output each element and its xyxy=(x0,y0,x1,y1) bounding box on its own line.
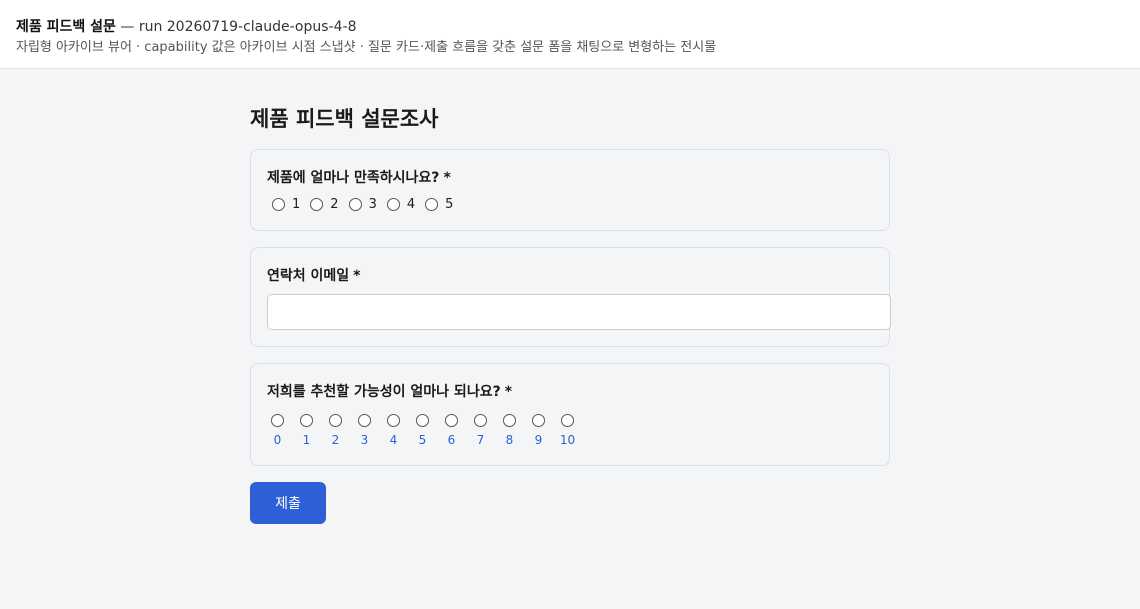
satisfaction-option-2[interactable]: 2 xyxy=(310,197,339,212)
recommend-option-2[interactable]: 2 xyxy=(321,414,350,448)
survey-form: 제품 피드백 설문조사 제품에 얼마나 만족하시나요? * 1 2 3 4 5 연… xyxy=(250,103,891,524)
question-card-recommend: 저희를 추천할 가능성이 얼마나 되나요? * 0 1 2 3 4 5 6 7 8… xyxy=(250,363,890,466)
question-card-email: 연락처 이메일 * xyxy=(250,247,891,347)
recommend-option-0[interactable]: 0 xyxy=(263,414,292,448)
radio-unchecked-icon[interactable] xyxy=(387,414,400,427)
satisfaction-option-3[interactable]: 3 xyxy=(348,197,377,212)
recommend-option-7[interactable]: 7 xyxy=(466,414,495,448)
option-label: 3 xyxy=(360,433,369,447)
option-label: 0 xyxy=(273,433,282,447)
radio-unchecked-icon[interactable] xyxy=(416,414,429,427)
radio-unchecked-icon[interactable] xyxy=(474,414,487,427)
option-label: 4 xyxy=(406,197,416,212)
question-label-recommend: 저희를 추천할 가능성이 얼마나 되나요? * xyxy=(267,382,873,402)
submit-button[interactable]: 제출 xyxy=(250,482,326,524)
recommend-option-9[interactable]: 9 xyxy=(524,414,553,448)
radio-unchecked-icon[interactable] xyxy=(310,198,324,211)
radio-unchecked-icon[interactable] xyxy=(386,198,400,211)
option-label: 5 xyxy=(418,433,427,447)
satisfaction-option-1[interactable]: 1 xyxy=(272,197,300,212)
satisfaction-option-4[interactable]: 4 xyxy=(386,197,416,212)
recommend-option-1[interactable]: 1 xyxy=(292,414,321,448)
option-label: 1 xyxy=(292,197,301,212)
run-id: — run 20260719-claude-opus-4-8 xyxy=(115,19,357,35)
question-text: 제품에 얼마나 만족하시나요? xyxy=(267,170,440,186)
satisfaction-radio-group: 1 2 3 4 5 xyxy=(267,197,873,212)
question-card-satisfaction: 제품에 얼마나 만족하시나요? * 1 2 3 4 5 xyxy=(250,149,890,231)
recommend-option-10[interactable]: 10 xyxy=(553,414,582,448)
required-marker: * xyxy=(353,268,361,284)
question-label-satisfaction: 제품에 얼마나 만족하시나요? * xyxy=(267,168,873,188)
option-label: 4 xyxy=(389,433,398,447)
app-header: 제품 피드백 설문 — run 20260719-claude-opus-4-8… xyxy=(0,0,1140,69)
option-label: 10 xyxy=(559,433,576,447)
radio-unchecked-icon[interactable] xyxy=(561,414,574,427)
question-text: 저희를 추천할 가능성이 얼마나 되나요? xyxy=(267,384,501,400)
required-marker: * xyxy=(443,170,451,186)
recommend-option-4[interactable]: 4 xyxy=(379,414,408,448)
radio-unchecked-icon[interactable] xyxy=(272,198,285,211)
radio-unchecked-icon[interactable] xyxy=(271,414,284,427)
required-marker: * xyxy=(504,384,513,400)
radio-unchecked-icon[interactable] xyxy=(503,414,516,427)
radio-unchecked-icon[interactable] xyxy=(425,198,439,211)
recommend-option-3[interactable]: 3 xyxy=(350,414,379,448)
header-subtitle: 자립형 아카이브 뷰어 · capability 값은 아카이브 시점 스냅샷 … xyxy=(16,40,717,55)
radio-unchecked-icon[interactable] xyxy=(532,414,545,427)
radio-unchecked-icon[interactable] xyxy=(358,414,371,427)
recommend-option-6[interactable]: 6 xyxy=(437,414,466,448)
radio-unchecked-icon[interactable] xyxy=(300,414,313,427)
option-label: 1 xyxy=(302,433,311,447)
form-title: 제품 피드백 설문조사 xyxy=(250,107,439,131)
option-label: 2 xyxy=(330,197,339,212)
question-text: 연락처 이메일 xyxy=(267,268,350,284)
radio-unchecked-icon[interactable] xyxy=(348,198,362,211)
satisfaction-option-5[interactable]: 5 xyxy=(425,197,453,212)
email-field[interactable] xyxy=(267,294,891,330)
option-label: 3 xyxy=(368,197,377,212)
app-title: 제품 피드백 설문 xyxy=(16,19,116,35)
option-label: 6 xyxy=(447,433,456,447)
recommend-option-5[interactable]: 5 xyxy=(408,414,437,448)
option-label: 9 xyxy=(534,433,543,447)
option-label: 7 xyxy=(476,433,485,447)
option-label: 8 xyxy=(505,433,514,447)
question-label-email: 연락처 이메일 * xyxy=(267,266,873,286)
option-label: 2 xyxy=(331,433,340,447)
option-label: 5 xyxy=(445,197,454,212)
radio-unchecked-icon[interactable] xyxy=(445,414,458,427)
recommend-radio-group: 0 1 2 3 4 5 6 7 8 9 10 xyxy=(267,414,873,448)
header-title-line: 제품 피드백 설문 — run 20260719-claude-opus-4-8 xyxy=(16,17,1140,37)
radio-unchecked-icon[interactable] xyxy=(329,414,342,427)
recommend-option-8[interactable]: 8 xyxy=(495,414,524,448)
